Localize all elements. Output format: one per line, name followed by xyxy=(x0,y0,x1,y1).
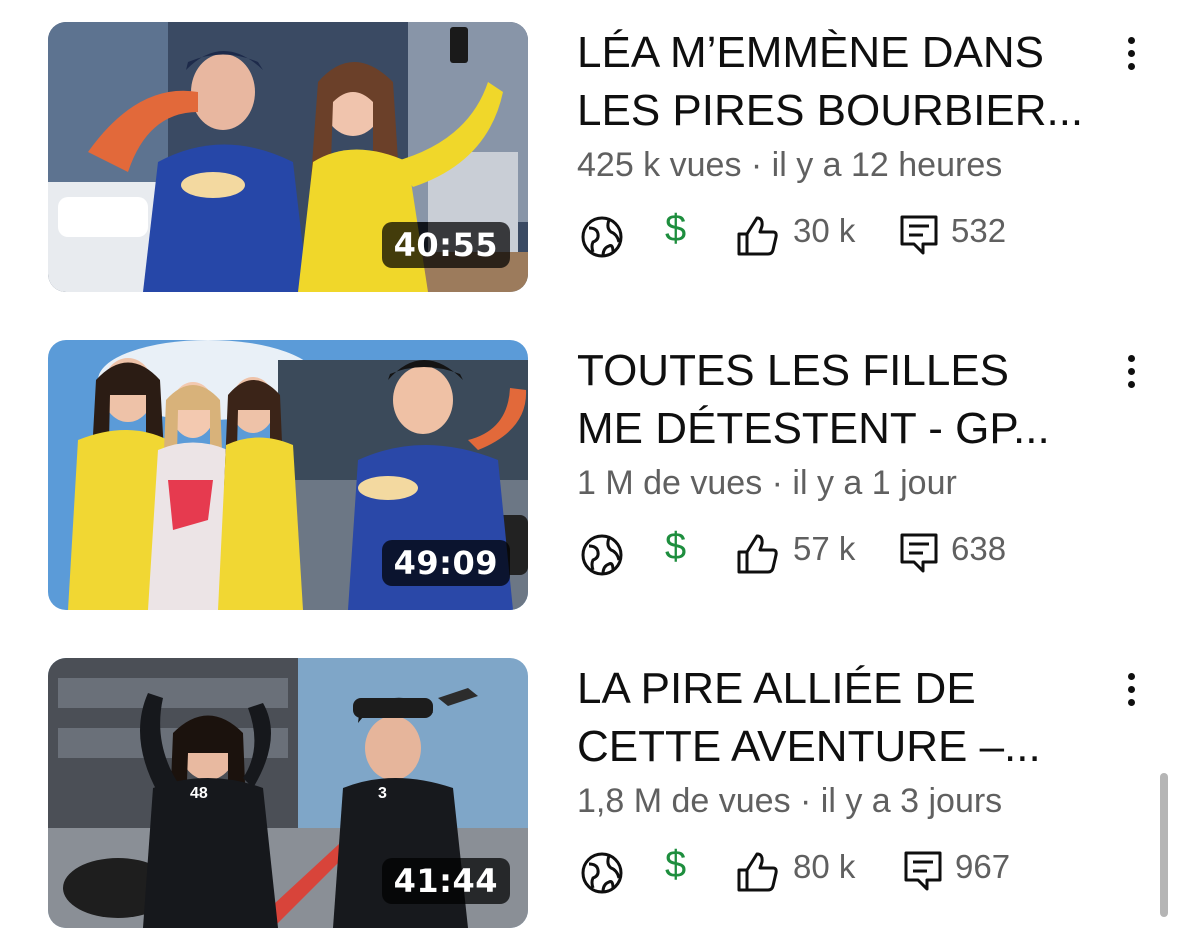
more-vertical-icon[interactable] xyxy=(1118,668,1144,718)
video-item[interactable]: 49:09 TOUTES LES FILLES ME DÉTESTENT - G… xyxy=(0,340,1179,610)
more-vertical-icon[interactable] xyxy=(1118,32,1144,82)
video-title-line: LÉA M’EMMÈNE DANS xyxy=(577,28,1044,77)
video-thumbnail[interactable]: 40:55 xyxy=(48,22,528,292)
video-duration: 40:55 xyxy=(381,222,510,268)
video-title[interactable]: TOUTES LES FILLES ME DÉTESTENT - GP... xyxy=(577,342,1097,458)
globe-icon xyxy=(581,852,623,894)
dollar-icon: $ xyxy=(665,526,687,568)
likes-count: 30 k xyxy=(793,212,856,249)
likes-count: 80 k xyxy=(793,848,856,885)
video-meta: 1 M de vues · il y a 1 jour xyxy=(577,464,957,502)
scrollbar[interactable] xyxy=(1160,773,1168,917)
globe-icon xyxy=(581,216,623,258)
likes-count: 57 k xyxy=(793,530,856,567)
video-title[interactable]: LA PIRE ALLIÉE DE CETTE AVENTURE –... xyxy=(577,660,1097,776)
globe-icon xyxy=(581,534,623,576)
video-stats: $ 30 k 532 xyxy=(577,208,1077,260)
video-stats: $ 57 k 638 xyxy=(577,526,1077,578)
video-title-line: TOUTES LES FILLES xyxy=(577,346,1010,395)
dollar-icon: $ xyxy=(665,208,687,250)
comment-icon[interactable] xyxy=(899,532,939,574)
video-title-line: ME DÉTESTENT - GP... xyxy=(577,404,1050,453)
comment-icon[interactable] xyxy=(899,214,939,256)
video-thumbnail[interactable]: 48 3 41:44 xyxy=(48,658,528,928)
video-stats: $ 80 k 967 xyxy=(577,844,1077,896)
video-item[interactable]: 40:55 LÉA M’EMMÈNE DANS LES PIRES BOURBI… xyxy=(0,22,1179,292)
video-title-line: LA PIRE ALLIÉE DE xyxy=(577,664,976,713)
thumbs-up-icon[interactable] xyxy=(735,214,779,258)
video-duration: 49:09 xyxy=(381,540,510,586)
svg-text:3: 3 xyxy=(378,785,387,802)
more-vertical-icon[interactable] xyxy=(1118,350,1144,400)
comments-count: 532 xyxy=(951,212,1007,249)
video-meta: 425 k vues · il y a 12 heures xyxy=(577,146,1003,184)
video-thumbnail[interactable]: 49:09 xyxy=(48,340,528,610)
video-title-line: LES PIRES BOURBIER... xyxy=(577,86,1084,135)
svg-text:48: 48 xyxy=(190,785,208,802)
video-title-line: CETTE AVENTURE –... xyxy=(577,722,1041,771)
video-duration: 41:44 xyxy=(381,858,510,904)
video-item[interactable]: 48 3 41:44 LA PIRE ALLIÉE DE CETTE AVENT… xyxy=(0,658,1179,928)
comments-count: 967 xyxy=(955,848,1011,885)
thumbs-up-icon[interactable] xyxy=(735,532,779,576)
thumbs-up-icon[interactable] xyxy=(735,850,779,894)
dollar-icon: $ xyxy=(665,844,687,886)
comment-icon[interactable] xyxy=(903,850,943,892)
video-title[interactable]: LÉA M’EMMÈNE DANS LES PIRES BOURBIER... xyxy=(577,24,1097,140)
video-meta: 1,8 M de vues · il y a 3 jours xyxy=(577,782,1003,820)
comments-count: 638 xyxy=(951,530,1007,567)
